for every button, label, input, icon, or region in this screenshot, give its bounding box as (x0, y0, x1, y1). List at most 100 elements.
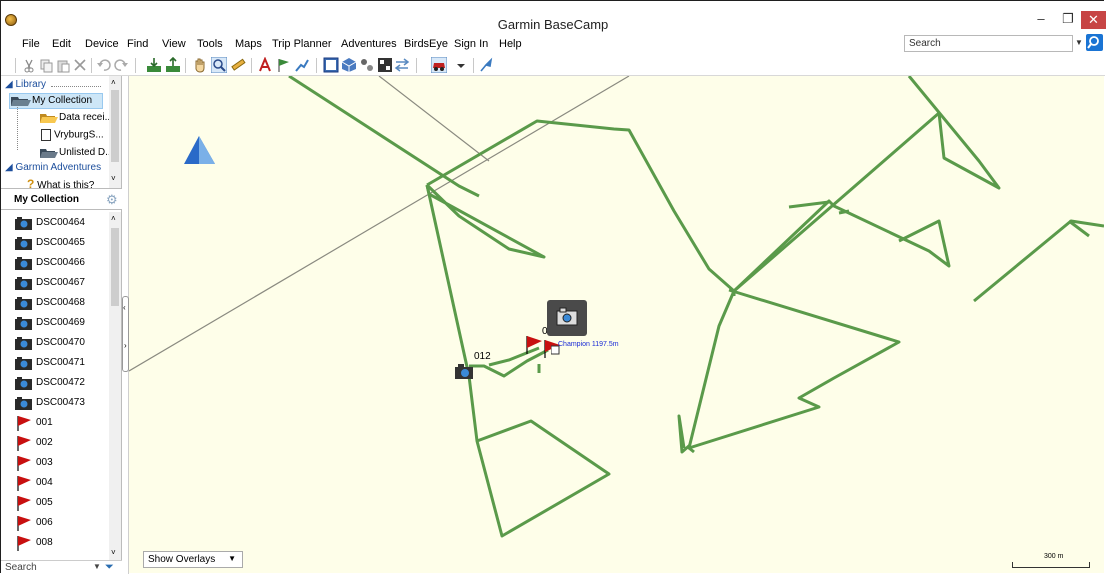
grid-view-icon[interactable] (377, 57, 393, 73)
measure-tool-icon[interactable] (230, 57, 246, 73)
list-item-label: 006 (36, 517, 53, 528)
new-route-icon[interactable] (294, 57, 310, 73)
scroll-down-icon[interactable]: ˅ (111, 174, 116, 183)
expand-right-icon[interactable]: › (124, 341, 127, 350)
text-tool-icon[interactable] (257, 57, 273, 73)
map-pointer-icon[interactable] (478, 57, 494, 73)
camera-marker-icon[interactable] (455, 364, 475, 379)
menu-maps[interactable]: Maps (235, 38, 262, 50)
photo-popup[interactable] (547, 300, 587, 336)
scroll-up-icon[interactable]: ˄ (111, 214, 116, 223)
open-folder-icon (11, 97, 31, 106)
track-lines[interactable] (288, 76, 1104, 538)
delete-icon[interactable] (72, 57, 88, 73)
undo-icon[interactable] (96, 57, 112, 73)
menu-device[interactable]: Device (85, 38, 119, 50)
send-to-device-icon[interactable] (165, 57, 181, 73)
list-item-label: 005 (36, 497, 53, 508)
copy-icon[interactable] (38, 57, 54, 73)
list-item-label: DSC00469 (36, 317, 85, 328)
what-is-this-link[interactable]: ? What is this? (27, 177, 94, 188)
gear-icon[interactable]: ⚙ (106, 192, 118, 208)
cut-icon[interactable] (21, 57, 37, 73)
receive-from-device-icon[interactable] (146, 57, 162, 73)
list-item-label: 004 (36, 477, 53, 488)
profile-dropdown-icon[interactable] (453, 57, 469, 73)
flag-icon (17, 516, 31, 531)
overlays-select-value: Show Overlays (148, 554, 216, 565)
library-item-my-collection[interactable]: My Collection (9, 93, 103, 109)
search-button[interactable] (1086, 34, 1103, 51)
scrollbar-thumb[interactable] (111, 90, 119, 162)
list-item-label: DSC00468 (36, 297, 85, 308)
list-item-label: DSC00464 (36, 217, 85, 228)
library-item-label: Data recei... (59, 112, 113, 124)
list-search-input[interactable]: Search (5, 562, 37, 573)
menu-birdseye[interactable]: BirdsEye (404, 38, 448, 50)
tree-line (17, 107, 18, 150)
map-view-2d-icon[interactable] (323, 57, 339, 73)
search-dropdown-icon[interactable]: ▼ (1075, 38, 1083, 47)
what-is-this-label: What is this? (37, 180, 95, 188)
restore-button[interactable]: ❐ (1055, 10, 1081, 32)
list-item-label: DSC00472 (36, 377, 85, 388)
redo-icon[interactable] (113, 57, 129, 73)
list-search[interactable]: Search ▼ ⏷ (1, 560, 122, 574)
menu-edit[interactable]: Edit (52, 38, 71, 50)
document-icon (41, 129, 51, 141)
zoom-tool-icon[interactable] (211, 57, 227, 73)
search-input[interactable]: Search (904, 35, 1073, 52)
scale-bar (1012, 562, 1090, 568)
list-item-label: 008 (36, 537, 53, 548)
menu-help[interactable]: Help (499, 38, 522, 50)
scrollbar-thumb[interactable] (111, 228, 119, 306)
menu-adventures[interactable]: Adventures (341, 38, 397, 50)
flag-icon (17, 496, 31, 511)
flag-icon[interactable] (525, 335, 545, 355)
filter-icon[interactable]: ⏷ (105, 561, 114, 574)
library-item-data-received[interactable]: Data recei... (39, 111, 113, 124)
waypoint-012-label: 012 (474, 351, 491, 362)
library-header[interactable]: ◢ Library (5, 79, 46, 90)
library-item-unlisted[interactable]: Unlisted D... (39, 146, 113, 159)
menu-sign-in[interactable]: Sign In (454, 38, 488, 50)
list-scrollbar[interactable]: ˄ ˅ (109, 212, 121, 560)
map-canvas[interactable] (129, 76, 1104, 573)
menu-find[interactable]: Find (127, 38, 148, 50)
splitter-grip[interactable]: ‹ › (122, 296, 129, 372)
transfer-icon[interactable] (394, 57, 410, 73)
map-view[interactable] (129, 76, 1104, 573)
minimize-button[interactable]: – (1028, 10, 1054, 32)
menu-tools[interactable]: Tools (197, 38, 223, 50)
collection-title: My Collection (14, 194, 80, 205)
library-item-vryburg[interactable]: VryburgS... (41, 129, 104, 141)
track-lines[interactable] (732, 209, 850, 296)
list-item-label: DSC00467 (36, 277, 85, 288)
collapse-left-icon[interactable]: ‹ (123, 303, 126, 312)
close-button[interactable]: ✕ (1081, 11, 1106, 29)
new-waypoint-icon[interactable] (276, 57, 292, 73)
flag-icon (17, 436, 31, 451)
list-item-label: 001 (36, 417, 53, 428)
scroll-up-icon[interactable]: ˄ (111, 78, 116, 87)
library-pane: ◢ Library My Collection Data recei... Vr… (1, 76, 122, 188)
library-scrollbar[interactable]: ˄ ˅ (109, 76, 121, 188)
champion-waypoint-label[interactable]: Champion 1197.5m (558, 341, 619, 348)
camera-icon (15, 377, 32, 390)
scroll-down-icon[interactable]: ˅ (111, 548, 116, 557)
toolbar (1, 54, 1105, 76)
menu-view[interactable]: View (162, 38, 186, 50)
paste-icon[interactable] (55, 57, 71, 73)
menu-file[interactable]: File (22, 38, 40, 50)
3d-view-icon[interactable] (341, 57, 357, 73)
graph-view-icon[interactable] (359, 57, 375, 73)
camera-icon (15, 337, 32, 350)
menu-trip-planner[interactable]: Trip Planner (272, 38, 332, 50)
chevron-down-icon[interactable]: ▼ (93, 562, 101, 571)
driving-profile-icon[interactable] (431, 57, 447, 73)
garmin-adventures-header[interactable]: ◢ Garmin Adventures (5, 162, 101, 173)
question-icon: ? (27, 177, 35, 188)
camera-icon (15, 357, 32, 370)
hand-tool-icon[interactable] (192, 57, 208, 73)
overlays-select[interactable]: Show Overlays ▼ (143, 551, 243, 568)
